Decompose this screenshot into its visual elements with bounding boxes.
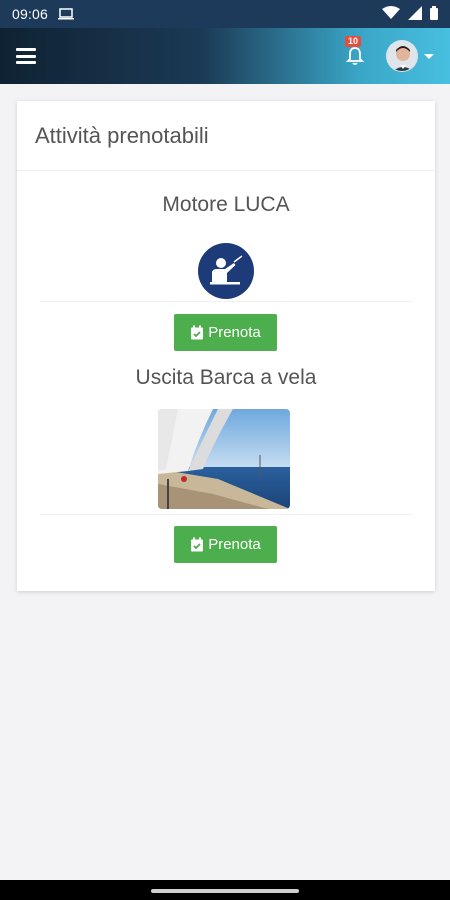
- laptop-icon: [58, 8, 75, 20]
- teacher-icon: [198, 243, 254, 299]
- sailboat-photo: [158, 409, 290, 509]
- book-button-label: Prenota: [208, 324, 261, 341]
- divider: [40, 301, 412, 302]
- app-header: 10: [0, 28, 450, 84]
- calendar-check-icon: [190, 537, 204, 552]
- divider: [40, 514, 412, 515]
- signal-icon: [408, 5, 422, 23]
- menu-icon[interactable]: [16, 48, 36, 64]
- notification-bell-icon[interactable]: 10: [344, 36, 366, 67]
- home-gesture-handle[interactable]: [151, 889, 299, 893]
- calendar-check-icon: [190, 325, 204, 340]
- activity-name: Uscita Barca a vela: [135, 366, 317, 389]
- book-button-label: Prenota: [208, 536, 261, 553]
- user-avatar[interactable]: [386, 40, 418, 72]
- battery-icon: [430, 5, 438, 23]
- book-button[interactable]: Prenota: [174, 526, 277, 563]
- account-dropdown-caret-icon[interactable]: [424, 53, 434, 59]
- bookable-activities-card: Attività prenotabili Motore LUCA Prenota…: [17, 101, 435, 591]
- notification-badge: 10: [345, 36, 362, 47]
- system-navigation-bar: [0, 880, 450, 900]
- book-button[interactable]: Prenota: [174, 314, 277, 351]
- card-title: Attività prenotabili: [17, 101, 435, 171]
- status-bar: 09:06: [0, 0, 450, 28]
- status-time: 09:06: [12, 6, 49, 22]
- activity-name: Motore LUCA: [162, 193, 290, 216]
- wifi-icon: [382, 5, 400, 23]
